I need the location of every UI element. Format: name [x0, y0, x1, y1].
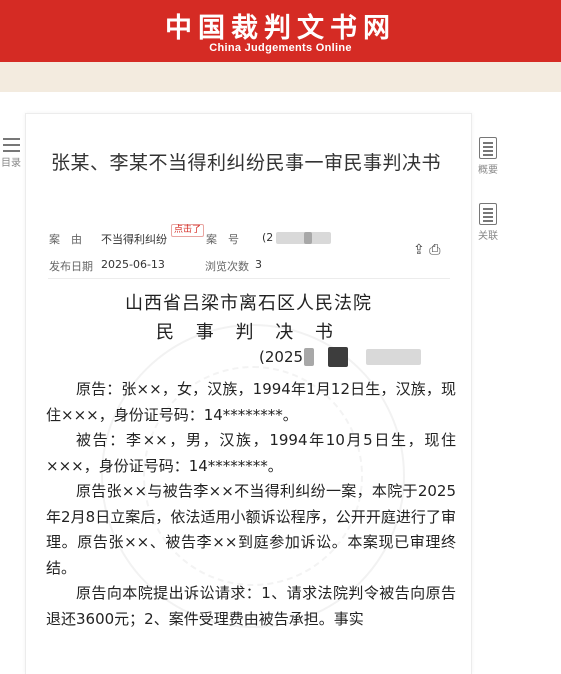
- header-banner-strip: [0, 62, 561, 92]
- print-icon[interactable]: ⎙: [429, 242, 440, 258]
- redacted-heading-b: [328, 347, 348, 367]
- paragraph-plaintiff: 原告：张××，女，汉族，1994年1月12日生，汉族，现住×××，身份证号码：1…: [46, 380, 456, 424]
- summary-doc-icon: [479, 137, 497, 159]
- redacted-heading-c: [366, 349, 421, 365]
- site-header: 中国裁判文书网 China Judgements Online: [0, 0, 561, 62]
- site-logo-subtitle: China Judgements Online: [209, 42, 352, 54]
- redacted-heading-a: [304, 348, 314, 366]
- case-number-heading: (2025: [259, 348, 304, 366]
- document-title: 张某、李某不当得利纠纷民事一审民事判决书: [51, 152, 442, 174]
- cause-label: 案 由: [49, 233, 82, 246]
- paragraph-claims: 原告向本院提出诉讼请求：1、请求法院判令被告向原告退还3600元；2、案件受理费…: [46, 584, 456, 628]
- toc-button[interactable]: 目录: [0, 138, 22, 169]
- paragraph-case-summary: 原告张××与被告李××不当得利纠纷一案，本院于2025年2月8日立案后，依法适用…: [46, 482, 456, 577]
- document-type: 民 事 判 决 书: [156, 322, 341, 343]
- summary-button[interactable]: 概要: [473, 137, 503, 176]
- publish-date-label: 发布日期: [49, 260, 93, 273]
- redacted-case-no-mark: [304, 232, 312, 244]
- click-tag[interactable]: 点击了: [171, 224, 205, 237]
- court-name: 山西省吕梁市离石区人民法院: [125, 293, 372, 314]
- paragraph-defendant: 被告：李××，男，汉族，1994年10月5日生，现住×××，身份证号码：14**…: [46, 431, 456, 475]
- related-label: 关联: [478, 231, 498, 242]
- related-doc-icon: [479, 203, 497, 225]
- menu-list-icon: [2, 138, 20, 152]
- document-card: 张某、李某不当得利纠纷民事一审民事判决书 案 由 不当得利纠纷 点击了 案 号 …: [25, 113, 472, 674]
- cause-value: 不当得利纠纷: [101, 233, 167, 246]
- case-no-label: 案 号: [206, 233, 239, 246]
- case-no-value: (2: [262, 231, 274, 244]
- views-label: 浏览次数: [205, 260, 249, 273]
- download-icon[interactable]: ⇪: [413, 242, 425, 258]
- document-actions: ⇪ ⎙: [413, 242, 440, 258]
- toc-label: 目录: [1, 158, 21, 169]
- meta-divider: [48, 278, 450, 279]
- related-button[interactable]: 关联: [473, 203, 503, 242]
- site-logo-title[interactable]: 中国裁判文书网: [0, 6, 561, 45]
- publish-date-value: 2025-06-13: [101, 258, 165, 271]
- summary-label: 概要: [478, 165, 498, 176]
- views-value: 3: [255, 258, 262, 271]
